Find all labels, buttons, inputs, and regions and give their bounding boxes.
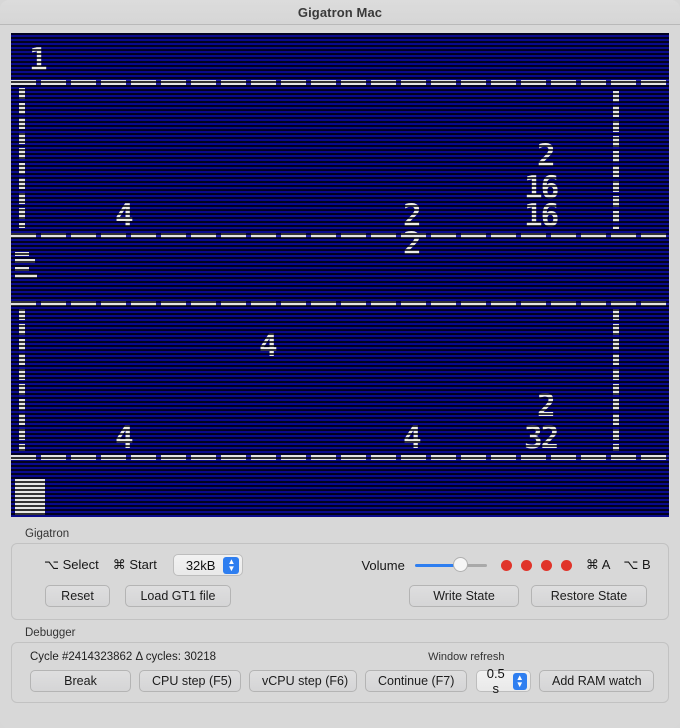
gigatron-display[interactable]: 1 4 2 2 2 16 16 4 4 4 2 32 (11, 33, 669, 517)
volume-slider-knob[interactable] (452, 557, 468, 572)
window-refresh-select[interactable]: 0.5 s ▲ ▼ (476, 666, 531, 696)
load-gt1-button[interactable]: Load GT1 file (125, 585, 231, 607)
game-tile: 4 (403, 420, 422, 456)
game-tile: 4 (115, 420, 134, 456)
gigatron-group-label: Gigatron (25, 528, 70, 540)
button-a-hint: ⌘ A (585, 557, 611, 572)
continue-button[interactable]: Continue (F7) (365, 670, 467, 692)
game-tile: 2 (403, 226, 422, 262)
memory-size-value: 32kB (185, 557, 216, 573)
screen-artifact-left-mid (15, 267, 29, 271)
led-indicator (520, 559, 532, 571)
screen-artifact-left-mid (15, 274, 37, 278)
window-refresh-label: Window refresh (428, 651, 505, 663)
grid-line-horizontal (11, 301, 669, 306)
game-tile: 1 (29, 42, 48, 78)
grid-line-horizontal (11, 233, 669, 238)
game-tile: 32 (524, 420, 559, 456)
gigatron-group-box: ⌥ Select ⌘ Start 32kB ▲ ▼ Volume ⌘ A ⌥ B… (11, 543, 669, 620)
cpu-step-button[interactable]: CPU step (F5) (139, 670, 241, 692)
debugger-group-label: Debugger (25, 627, 76, 639)
break-button[interactable]: Break (30, 670, 131, 692)
window-refresh-value: 0.5 s (486, 666, 505, 696)
button-b-hint: ⌥ B (623, 557, 651, 572)
gigatron-section: Gigatron ⌥ Select ⌘ Start 32kB ▲ ▼ Volume (0, 528, 680, 620)
restore-state-button[interactable]: Restore State (531, 585, 647, 607)
screen-artifact-left-mid (15, 252, 29, 256)
gigatron-row-1: ⌥ Select ⌘ Start 32kB ▲ ▼ Volume ⌘ A ⌥ B (26, 552, 654, 578)
grid-line-vertical (19, 309, 25, 451)
game-tile: 2 (537, 388, 556, 424)
app-window: Gigatron Mac 142221616444232 (0, 0, 680, 728)
grid-line-vertical (613, 309, 619, 451)
memory-size-select[interactable]: 32kB ▲ ▼ (172, 554, 244, 576)
volume-label: Volume (361, 557, 405, 573)
game-tile: 2 (537, 138, 556, 174)
chevron-updown-icon[interactable]: ▲ ▼ (512, 672, 527, 690)
reset-button[interactable]: Reset (45, 585, 110, 607)
grid-line-vertical (613, 91, 619, 229)
write-state-button[interactable]: Write State (409, 585, 519, 607)
vcpu-step-button[interactable]: vCPU step (F6) (249, 670, 357, 692)
grid-line-horizontal (11, 455, 669, 460)
window-title: Gigatron Mac (297, 4, 383, 20)
debugger-row-2: Break CPU step (F5) vCPU step (F6) Conti… (26, 666, 654, 696)
led-indicator (540, 559, 552, 571)
add-ram-watch-button[interactable]: Add RAM watch (539, 670, 654, 692)
led-indicator (500, 559, 512, 571)
cycle-counter: Cycle #2414323862 Δ cycles: 30218 (30, 651, 217, 663)
grid-line-vertical (19, 88, 25, 228)
chevron-updown-icon[interactable]: ▲ ▼ (223, 556, 240, 574)
debugger-row-1: Cycle #2414323862 Δ cycles: 30218 Window… (26, 648, 654, 666)
screen-artifact-left-mid (15, 259, 35, 263)
game-tile: 16 (524, 198, 559, 234)
debugger-section: Debugger Cycle #2414323862 Δ cycles: 302… (0, 627, 680, 703)
volume-slider[interactable] (414, 556, 487, 574)
led-indicators (500, 559, 572, 571)
crt-scanline-overlay (11, 33, 669, 517)
grid-line-horizontal (11, 80, 669, 85)
title-bar[interactable]: Gigatron Mac (0, 0, 680, 25)
game-tile: 4 (259, 328, 278, 364)
led-indicator (560, 559, 572, 571)
screen-artifact-bottom-left (15, 479, 45, 515)
select-key-hint: ⌥ Select (44, 557, 99, 572)
screen-container: 1 4 2 2 2 16 16 4 4 4 2 32 (0, 25, 680, 522)
start-key-hint: ⌘ Start (112, 557, 157, 572)
debugger-group-box: Cycle #2414323862 Δ cycles: 30218 Window… (11, 642, 669, 703)
gigatron-row-2: Reset Load GT1 file Write State Restore … (26, 585, 654, 607)
game-tile: 4 (115, 198, 134, 234)
